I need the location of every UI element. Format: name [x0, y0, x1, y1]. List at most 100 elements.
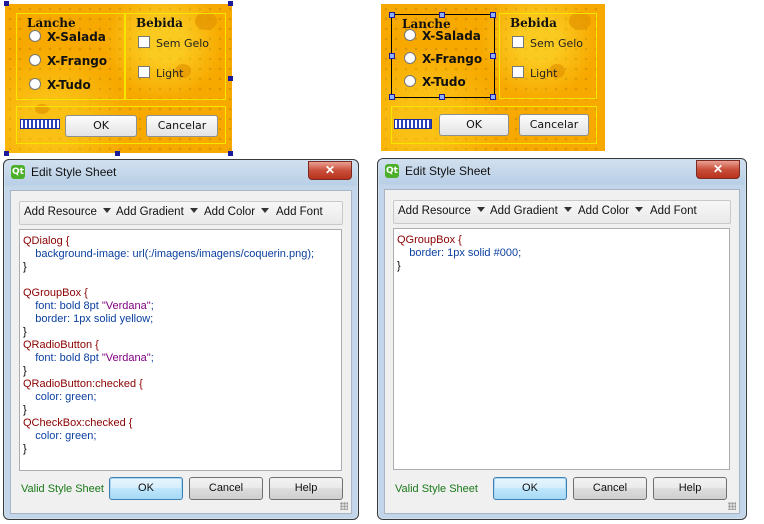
selection-handle-icon[interactable]: [490, 12, 496, 18]
add-resource-button[interactable]: Add Resource: [24, 206, 111, 218]
code-line: border: 1px solid yellow;: [23, 313, 154, 325]
checkbox-sem-gelo[interactable]: Sem Gelo: [512, 36, 583, 50]
code-line: }: [23, 365, 27, 377]
add-color-label: Add Color: [204, 206, 256, 218]
add-font-label: Add Font: [650, 205, 697, 217]
stylesheet-editor[interactable]: QDialog { background-image: url(:/imagen…: [19, 229, 342, 471]
selection-handle-icon[interactable]: [389, 94, 395, 100]
chevron-down-icon[interactable]: [189, 208, 198, 213]
edit-style-sheet-dialog-left: Qt Edit Style Sheet ✕ Add Resource Add G…: [3, 159, 359, 520]
stripe-decoration: [20, 119, 60, 129]
dialog-client: Add Resource Add Gradient Add Color Add …: [10, 190, 352, 514]
ok-button[interactable]: OK: [493, 477, 567, 500]
selection-handle-icon[interactable]: [4, 1, 9, 6]
selection-handle-icon[interactable]: [228, 1, 233, 6]
dialog-title: Edit Style Sheet: [405, 164, 491, 178]
selection-handle-icon[interactable]: [389, 12, 395, 18]
radio-x-salada[interactable]: X-Salada: [404, 29, 481, 43]
qt-logo-icon: Qt: [11, 165, 25, 179]
code-line: background-image: url(:/imagens/imagens/…: [23, 248, 315, 260]
code-line: font: bold 8pt "Verdana";: [23, 352, 154, 364]
toolbar: Add Resource Add Gradient Add Color Add …: [393, 200, 731, 224]
qt-logo-icon: Qt: [385, 164, 399, 178]
resize-grip-icon[interactable]: [340, 502, 348, 510]
checkbox-light[interactable]: Light: [512, 66, 557, 80]
radio-icon: [29, 78, 41, 90]
add-resource-button[interactable]: Add Resource: [398, 205, 485, 217]
radio-x-frango[interactable]: X-Frango: [404, 52, 482, 66]
chevron-down-icon[interactable]: [563, 207, 572, 212]
cancel-button[interactable]: Cancelar: [146, 115, 218, 137]
chevron-down-icon[interactable]: [635, 207, 644, 212]
code-line: QDialog {: [23, 235, 70, 247]
code-line: color: green;: [23, 391, 97, 403]
radio-x-tudo[interactable]: X-Tudo: [404, 75, 466, 89]
add-color-label: Add Color: [578, 205, 630, 217]
selection-handle-icon[interactable]: [4, 151, 9, 156]
selection-handle-icon[interactable]: [115, 151, 120, 156]
ok-button[interactable]: OK: [439, 114, 509, 136]
code-line: QCheckBox:checked {: [23, 417, 133, 429]
add-gradient-button[interactable]: Add Gradient: [116, 206, 198, 218]
radio-icon: [404, 52, 416, 64]
close-icon[interactable]: ✕: [308, 161, 352, 180]
checkbox-icon: [512, 66, 524, 78]
selection-handle-icon[interactable]: [439, 12, 445, 18]
chevron-down-icon[interactable]: [102, 208, 111, 213]
checkbox-label: Sem Gelo: [156, 37, 210, 50]
selection-handle-icon[interactable]: [228, 151, 233, 156]
code-line: QGroupBox {: [23, 287, 88, 299]
checkbox-sem-gelo[interactable]: Sem Gelo: [138, 36, 209, 50]
code-line: color: green;: [23, 430, 97, 442]
stripe-decoration: [394, 119, 432, 129]
chevron-down-icon[interactable]: [261, 208, 270, 213]
dialog-title: Edit Style Sheet: [31, 165, 117, 179]
radio-label: X-Salada: [422, 29, 481, 43]
checkbox-icon: [512, 36, 524, 48]
bebida-groupbox: Bebida Sem Gelo Light: [125, 13, 226, 100]
dialog-client: Add Resource Add Gradient Add Color Add …: [384, 189, 740, 514]
cancel-button[interactable]: Cancelar: [519, 114, 589, 136]
help-button[interactable]: Help: [269, 477, 343, 500]
radio-x-tudo[interactable]: X-Tudo: [29, 78, 91, 92]
radio-icon: [29, 54, 41, 66]
code-line: QGroupBox {: [397, 234, 462, 246]
add-color-button[interactable]: Add Color: [578, 205, 644, 217]
title-bar[interactable]: Qt Edit Style Sheet ✕: [378, 159, 746, 183]
stylesheet-editor[interactable]: QGroupBox { border: 1px solid #000; }: [393, 228, 730, 470]
selection-handle-icon[interactable]: [490, 94, 496, 100]
help-button[interactable]: Help: [653, 477, 727, 500]
selection-handle-icon[interactable]: [490, 53, 496, 59]
radio-x-frango[interactable]: X-Frango: [29, 54, 107, 68]
checkbox-light[interactable]: Light: [138, 66, 183, 80]
code-line: border: 1px solid #000;: [397, 247, 522, 259]
radio-x-salada[interactable]: X-Salada: [29, 30, 106, 44]
checkbox-label: Light: [156, 67, 184, 80]
selection-handle-icon[interactable]: [228, 76, 233, 81]
code-line: QRadioButton {: [23, 339, 99, 351]
valid-status-label: Valid Style Sheet: [21, 483, 104, 495]
ok-button[interactable]: OK: [65, 115, 137, 137]
chevron-down-icon[interactable]: [476, 207, 485, 212]
add-color-button[interactable]: Add Color: [204, 206, 270, 218]
cancel-button[interactable]: Cancel: [189, 477, 263, 500]
valid-status-label: Valid Style Sheet: [395, 483, 478, 495]
add-font-button[interactable]: Add Font: [650, 205, 697, 217]
cancel-button[interactable]: Cancel: [573, 477, 647, 500]
title-bar[interactable]: Qt Edit Style Sheet ✕: [4, 160, 358, 184]
selection-handle-icon[interactable]: [389, 53, 395, 59]
code-line: }: [23, 404, 27, 416]
radio-label: X-Tudo: [422, 75, 466, 89]
add-gradient-button[interactable]: Add Gradient: [490, 205, 572, 217]
ok-button[interactable]: OK: [109, 477, 183, 500]
checkbox-icon: [138, 36, 150, 48]
selection-handle-icon[interactable]: [439, 94, 445, 100]
close-icon[interactable]: ✕: [696, 160, 740, 179]
checkbox-icon: [138, 66, 150, 78]
radio-label: X-Frango: [47, 54, 108, 68]
checkbox-label: Sem Gelo: [530, 37, 584, 50]
bebida-title: Bebida: [136, 16, 183, 30]
resize-grip-icon[interactable]: [728, 502, 736, 510]
add-font-button[interactable]: Add Font: [276, 206, 323, 218]
add-font-label: Add Font: [276, 206, 323, 218]
